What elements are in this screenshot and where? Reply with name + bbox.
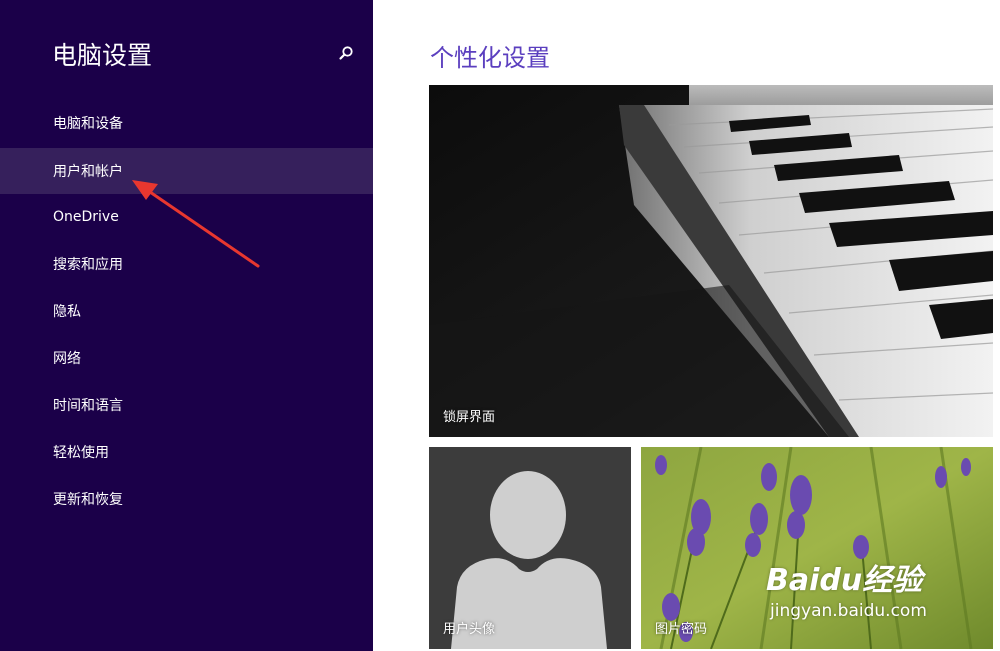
search-icon	[339, 46, 353, 60]
sidebar-item-ease-of-access[interactable]: 轻松使用	[0, 429, 373, 475]
sidebar-item-label: 轻松使用	[53, 445, 109, 461]
sidebar-item-label: 网络	[53, 351, 81, 367]
sidebar-item-label: OneDrive	[53, 209, 119, 225]
sidebar-item-label: 更新和恢复	[53, 492, 123, 508]
search-button[interactable]	[334, 42, 358, 66]
sidebar: 电脑设置 电脑和设备 用户和帐户 OneDrive 搜索和应用 隐私 网络 时间…	[0, 0, 373, 651]
sidebar-title: 电脑设置	[52, 41, 153, 70]
sidebar-item-privacy[interactable]: 隐私	[0, 288, 373, 334]
sidebar-item-label: 搜索和应用	[53, 257, 123, 273]
sidebar-item-onedrive[interactable]: OneDrive	[0, 194, 373, 240]
sidebar-item-pc-and-devices[interactable]: 电脑和设备	[0, 100, 373, 146]
picture-password-tile[interactable]: 图片密码	[641, 447, 993, 649]
sidebar-item-search-and-apps[interactable]: 搜索和应用	[0, 241, 373, 287]
sidebar-item-label: 电脑和设备	[53, 116, 123, 132]
picture-password-label: 图片密码	[655, 622, 708, 637]
lock-screen-tile[interactable]: 锁屏界面	[429, 85, 993, 437]
sidebar-item-network[interactable]: 网络	[0, 335, 373, 381]
sidebar-item-update-and-recovery[interactable]: 更新和恢复	[0, 476, 373, 522]
lock-screen-image	[429, 85, 993, 437]
sidebar-item-time-and-language[interactable]: 时间和语言	[0, 382, 373, 428]
lock-screen-label: 锁屏界面	[443, 410, 496, 425]
sidebar-item-label: 隐私	[53, 304, 81, 320]
sidebar-item-label: 时间和语言	[53, 398, 123, 414]
account-picture-label: 用户头像	[443, 622, 496, 637]
sidebar-item-accounts[interactable]: 用户和帐户	[0, 148, 373, 194]
sidebar-item-label: 用户和帐户	[53, 164, 123, 180]
account-picture-tile[interactable]: 用户头像	[429, 447, 631, 649]
page-title: 个性化设置	[430, 44, 550, 72]
